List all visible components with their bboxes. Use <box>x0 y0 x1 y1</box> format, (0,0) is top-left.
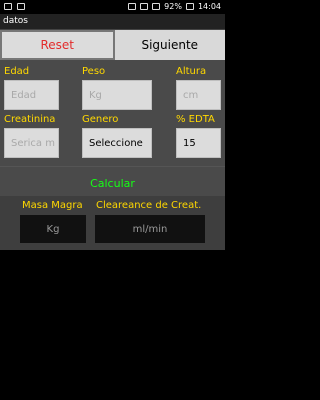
genero-select[interactable]: Seleccione <box>82 128 152 158</box>
signal-icon <box>152 3 161 10</box>
empty-area <box>0 250 225 400</box>
calcular-button[interactable]: Calcular <box>0 166 225 200</box>
status-bar: 92% 14:04 <box>0 0 225 14</box>
clearance-output: ml/min <box>95 215 205 243</box>
label-peso: Peso <box>82 66 106 77</box>
reset-button[interactable]: Reset <box>0 30 115 60</box>
wifi-icon <box>140 3 149 10</box>
label-genero: Genero <box>82 114 119 125</box>
clock: 14:04 <box>197 2 221 11</box>
next-button[interactable]: Siguiente <box>114 30 225 60</box>
alarm-icon <box>128 3 137 10</box>
label-masa-magra: Masa Magra <box>22 200 83 211</box>
battery-percent: 92% <box>164 2 182 11</box>
keyboard-icon <box>17 3 25 10</box>
creatinina-input[interactable]: Serica m <box>4 128 59 158</box>
app-title: datos <box>3 16 28 26</box>
edta-input[interactable]: 15 <box>176 128 221 158</box>
peso-input[interactable]: Kg <box>82 80 152 110</box>
battery-icon <box>185 3 194 10</box>
title-bar: datos <box>0 14 225 30</box>
status-left-icons <box>4 3 25 10</box>
label-edad: Edad <box>4 66 30 77</box>
label-creatinina: Creatinina <box>4 114 56 125</box>
altura-input[interactable]: cm <box>176 80 221 110</box>
label-edta: % EDTA <box>176 114 215 125</box>
label-clearance: Cleareance de Creat. <box>96 200 202 211</box>
top-buttons: Reset Siguiente <box>0 30 225 60</box>
label-altura: Altura <box>176 66 207 77</box>
masa-magra-output: Kg <box>20 215 86 243</box>
usb-icon <box>4 3 12 10</box>
edad-input[interactable]: Edad <box>4 80 59 110</box>
status-right-icons: 92% 14:04 <box>128 2 221 11</box>
results-panel: Masa Magra Cleareance de Creat. Kg ml/mi… <box>0 196 225 250</box>
